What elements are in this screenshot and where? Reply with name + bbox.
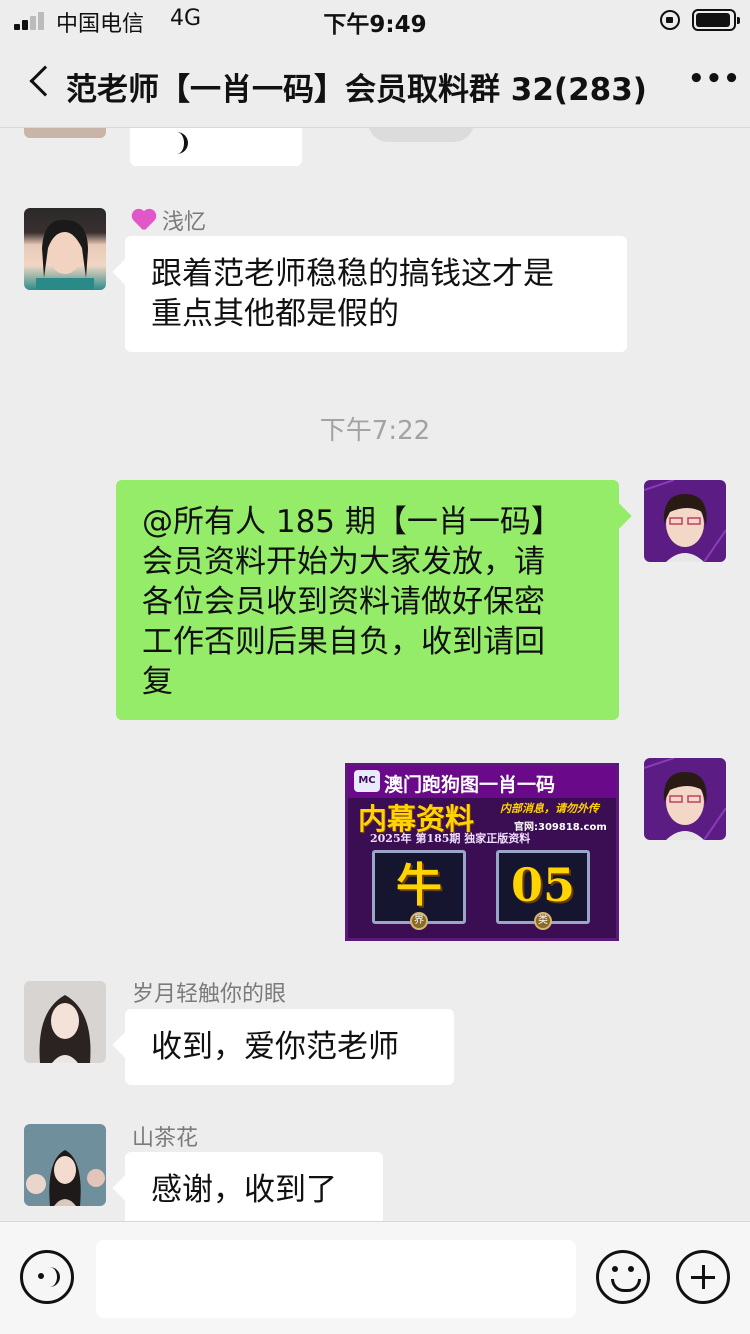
image-slogan: 内部消息，请勿外传 (500, 802, 599, 815)
heart-icon (132, 210, 158, 232)
message-text-line: @所有人 185 期【一肖一码】 (142, 504, 562, 540)
portrait-image (644, 480, 726, 562)
avatar[interactable] (24, 208, 106, 290)
message-input[interactable] (96, 1240, 576, 1318)
chat-message-list[interactable]: 浅忆 跟着范老师稳稳的搞钱这才是 重点其他都是假的 下午7:22 @所有人 18… (0, 128, 750, 1221)
message-bubble[interactable]: 跟着范老师稳稳的搞钱这才是 重点其他都是假的 (125, 236, 627, 352)
voice-message-bubble[interactable] (130, 128, 302, 166)
portrait-image (26, 1150, 105, 1206)
plus-icon[interactable] (676, 1250, 730, 1304)
medal-icon: 界 (410, 912, 428, 930)
portrait-image (644, 758, 726, 840)
message-text-line: 工作否则后果自负，收到请回 (142, 624, 545, 660)
image-title: 澳门跑狗图一肖一码 (384, 774, 556, 796)
number-value: 05 (510, 858, 575, 912)
message-bubble[interactable]: 感谢，收到了 (125, 1152, 383, 1221)
sender-name: 浅忆 (132, 204, 206, 236)
sender-name: 山茶花 (132, 1126, 199, 1151)
avatar[interactable] (24, 981, 106, 1063)
message-text: 感谢，收到了 (151, 1172, 337, 1208)
message-bubble[interactable]: 收到，爱你范老师 (125, 1009, 454, 1085)
avatar[interactable] (24, 128, 106, 138)
message-bubble-self[interactable]: @所有人 185 期【一肖一码】 会员资料开始为大家发放，请 各位会员收到资料请… (116, 480, 619, 720)
image-issue: 2025年 第185期 独家正版资料 (370, 832, 531, 845)
voice-input-icon[interactable] (20, 1250, 74, 1304)
message-text-line: 复 (142, 664, 173, 700)
battery-icon (692, 9, 740, 31)
sender-name: 岁月轻触你的眼 (132, 982, 287, 1007)
medal-icon: 类 (534, 912, 552, 930)
more-dots-icon[interactable]: ••• (688, 64, 741, 94)
portrait-image (36, 219, 94, 290)
voice-icon (166, 132, 188, 154)
convert-to-text-chip[interactable] (368, 128, 474, 142)
message-text-line: 重点其他都是假的 (151, 296, 399, 332)
status-time: 下午9:49 (323, 12, 427, 38)
chat-header: 范老师【一肖一码】会员取料群 32(283) ••• (0, 40, 750, 128)
message-text-line: 各位会员收到资料请做好保密 (142, 584, 545, 620)
message-input-bar (0, 1221, 750, 1334)
chevron-left-icon[interactable] (29, 65, 61, 97)
message-text: 收到，爱你范老师 (151, 1029, 399, 1065)
status-bar: 中国电信 4G 下午9:49 (0, 0, 750, 40)
chat-title: 范老师【一肖一码】会员取料群 32(283) (66, 72, 647, 108)
message-text-line: 会员资料开始为大家发放，请 (142, 544, 545, 580)
image-message[interactable]: MC 澳门跑狗图一肖一码 内幕资料 内部消息，请勿外传 官网:309818.co… (345, 763, 619, 941)
rotation-lock-icon (660, 10, 680, 30)
self-avatar[interactable] (644, 758, 726, 840)
timestamp: 下午7:22 (319, 416, 431, 446)
emoji-icon[interactable] (596, 1250, 650, 1304)
message-text-line: 跟着范老师稳稳的搞钱这才是 (151, 256, 554, 292)
self-avatar[interactable] (644, 480, 726, 562)
zodiac-value: 牛 (396, 858, 442, 912)
portrait-image (39, 995, 91, 1063)
avatar[interactable] (24, 1124, 106, 1206)
logo-icon: MC (354, 770, 380, 792)
